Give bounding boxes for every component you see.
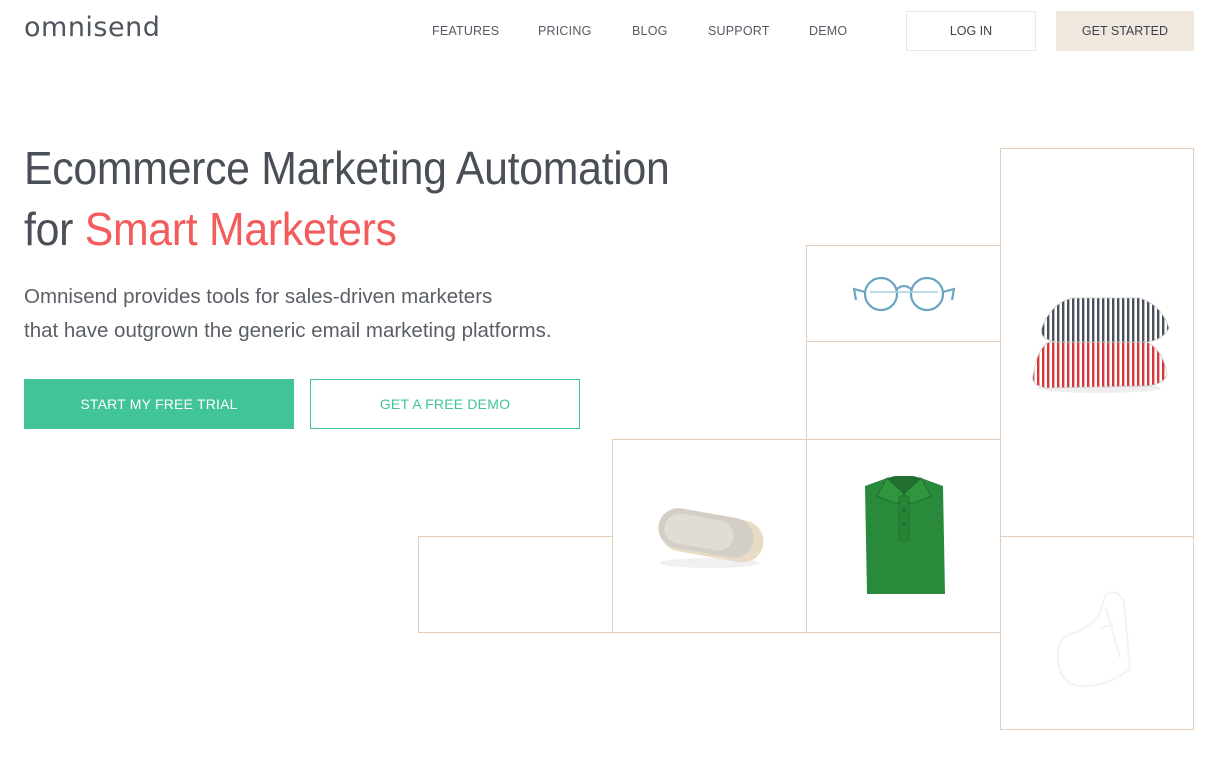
get-started-button[interactable]: GET STARTED xyxy=(1056,11,1194,51)
subtext-line1: Omnisend provides tools for sales-driven… xyxy=(24,285,493,308)
headline-accent: Smart Marketers xyxy=(84,203,397,255)
omnisend-logo[interactable]: omnisend xyxy=(24,12,160,43)
login-button[interactable]: LOG IN xyxy=(906,11,1036,51)
tile-shirt xyxy=(806,439,1001,633)
hero-headline: Ecommerce Marketing Automation for Smart… xyxy=(24,138,670,260)
eyeglasses-image xyxy=(852,276,955,311)
nav-support[interactable]: SUPPORT xyxy=(708,24,770,38)
tile-empty-2 xyxy=(418,536,613,633)
tile-sneaker xyxy=(1000,536,1194,730)
nav-demo[interactable]: DEMO xyxy=(809,24,847,38)
polo-shirt-image xyxy=(864,476,945,594)
headline-line1: Ecommerce Marketing Automation xyxy=(24,142,670,194)
tile-glasses xyxy=(806,245,1001,342)
sneaker-faded-image xyxy=(1056,591,1132,688)
headline-prefix: for xyxy=(24,203,85,255)
get-free-demo-button[interactable]: GET A FREE DEMO xyxy=(310,379,580,429)
pillows-image xyxy=(1032,297,1170,393)
nav-features[interactable]: FEATURES xyxy=(432,24,499,38)
subtext-line2: that have outgrown the generic email mar… xyxy=(24,319,552,342)
tile-speaker xyxy=(612,439,807,633)
hero-subtext: Omnisend provides tools for sales-driven… xyxy=(24,280,552,348)
tile-empty-1 xyxy=(806,341,1001,440)
start-free-trial-button[interactable]: START MY FREE TRIAL xyxy=(24,379,294,429)
nav-pricing[interactable]: PRICING xyxy=(538,24,592,38)
speaker-image xyxy=(657,508,764,568)
nav-blog[interactable]: BLOG xyxy=(632,24,668,38)
tile-pillows xyxy=(1000,148,1194,537)
